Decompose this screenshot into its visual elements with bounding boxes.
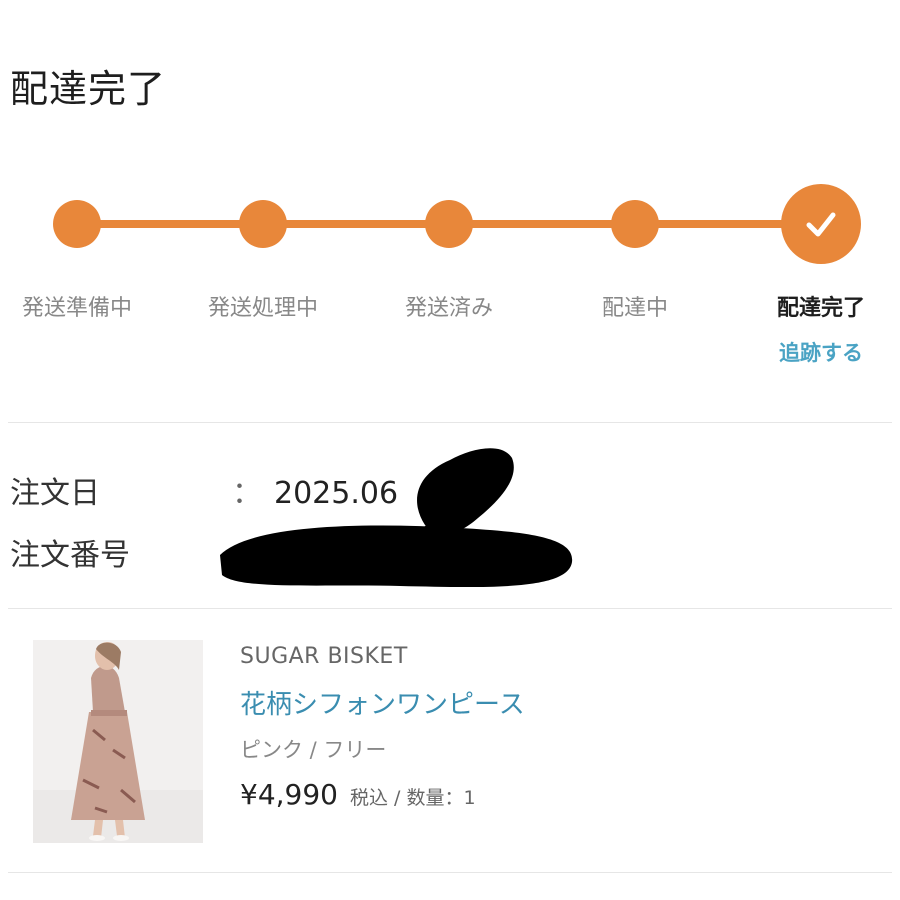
- step-label-current: 配達完了: [776, 296, 865, 321]
- product-price: ¥4,990: [240, 778, 338, 811]
- step-label: 配達中: [601, 296, 668, 321]
- divider: [8, 422, 892, 423]
- divider: [8, 608, 892, 609]
- step-dot: [53, 200, 101, 248]
- step-dot: [239, 200, 287, 248]
- step-label: 発送準備中: [21, 296, 132, 321]
- page-title: 配達完了: [10, 67, 167, 111]
- divider: [8, 872, 892, 873]
- dress-image: [33, 640, 203, 843]
- price-row: ¥4,990 税込 / 数量：1: [240, 778, 476, 811]
- product-variant: ピンク / フリー: [240, 738, 387, 762]
- check-icon: [806, 212, 836, 237]
- step-dot-final: [781, 184, 861, 264]
- order-number-label: 注文番号: [10, 538, 130, 573]
- redaction-scribble: [220, 448, 573, 588]
- step-dot: [425, 200, 473, 248]
- price-meta: 税込 / 数量：1: [349, 787, 476, 809]
- order-progress: 発送準備中 発送処理中 発送済み 配達中 配達完了 追跡する: [0, 180, 900, 380]
- step-dot: [611, 200, 659, 248]
- step-label: 発送処理中: [207, 296, 318, 321]
- step-label: 発送済み: [404, 296, 493, 321]
- order-date-label: 注文日: [10, 476, 100, 511]
- product-image[interactable]: [33, 640, 203, 843]
- product-brand: SUGAR BISKET: [240, 644, 408, 669]
- product-name-link[interactable]: 花柄シフォンワンピース: [240, 684, 525, 721]
- tracking-link[interactable]: 追跡する: [731, 337, 900, 367]
